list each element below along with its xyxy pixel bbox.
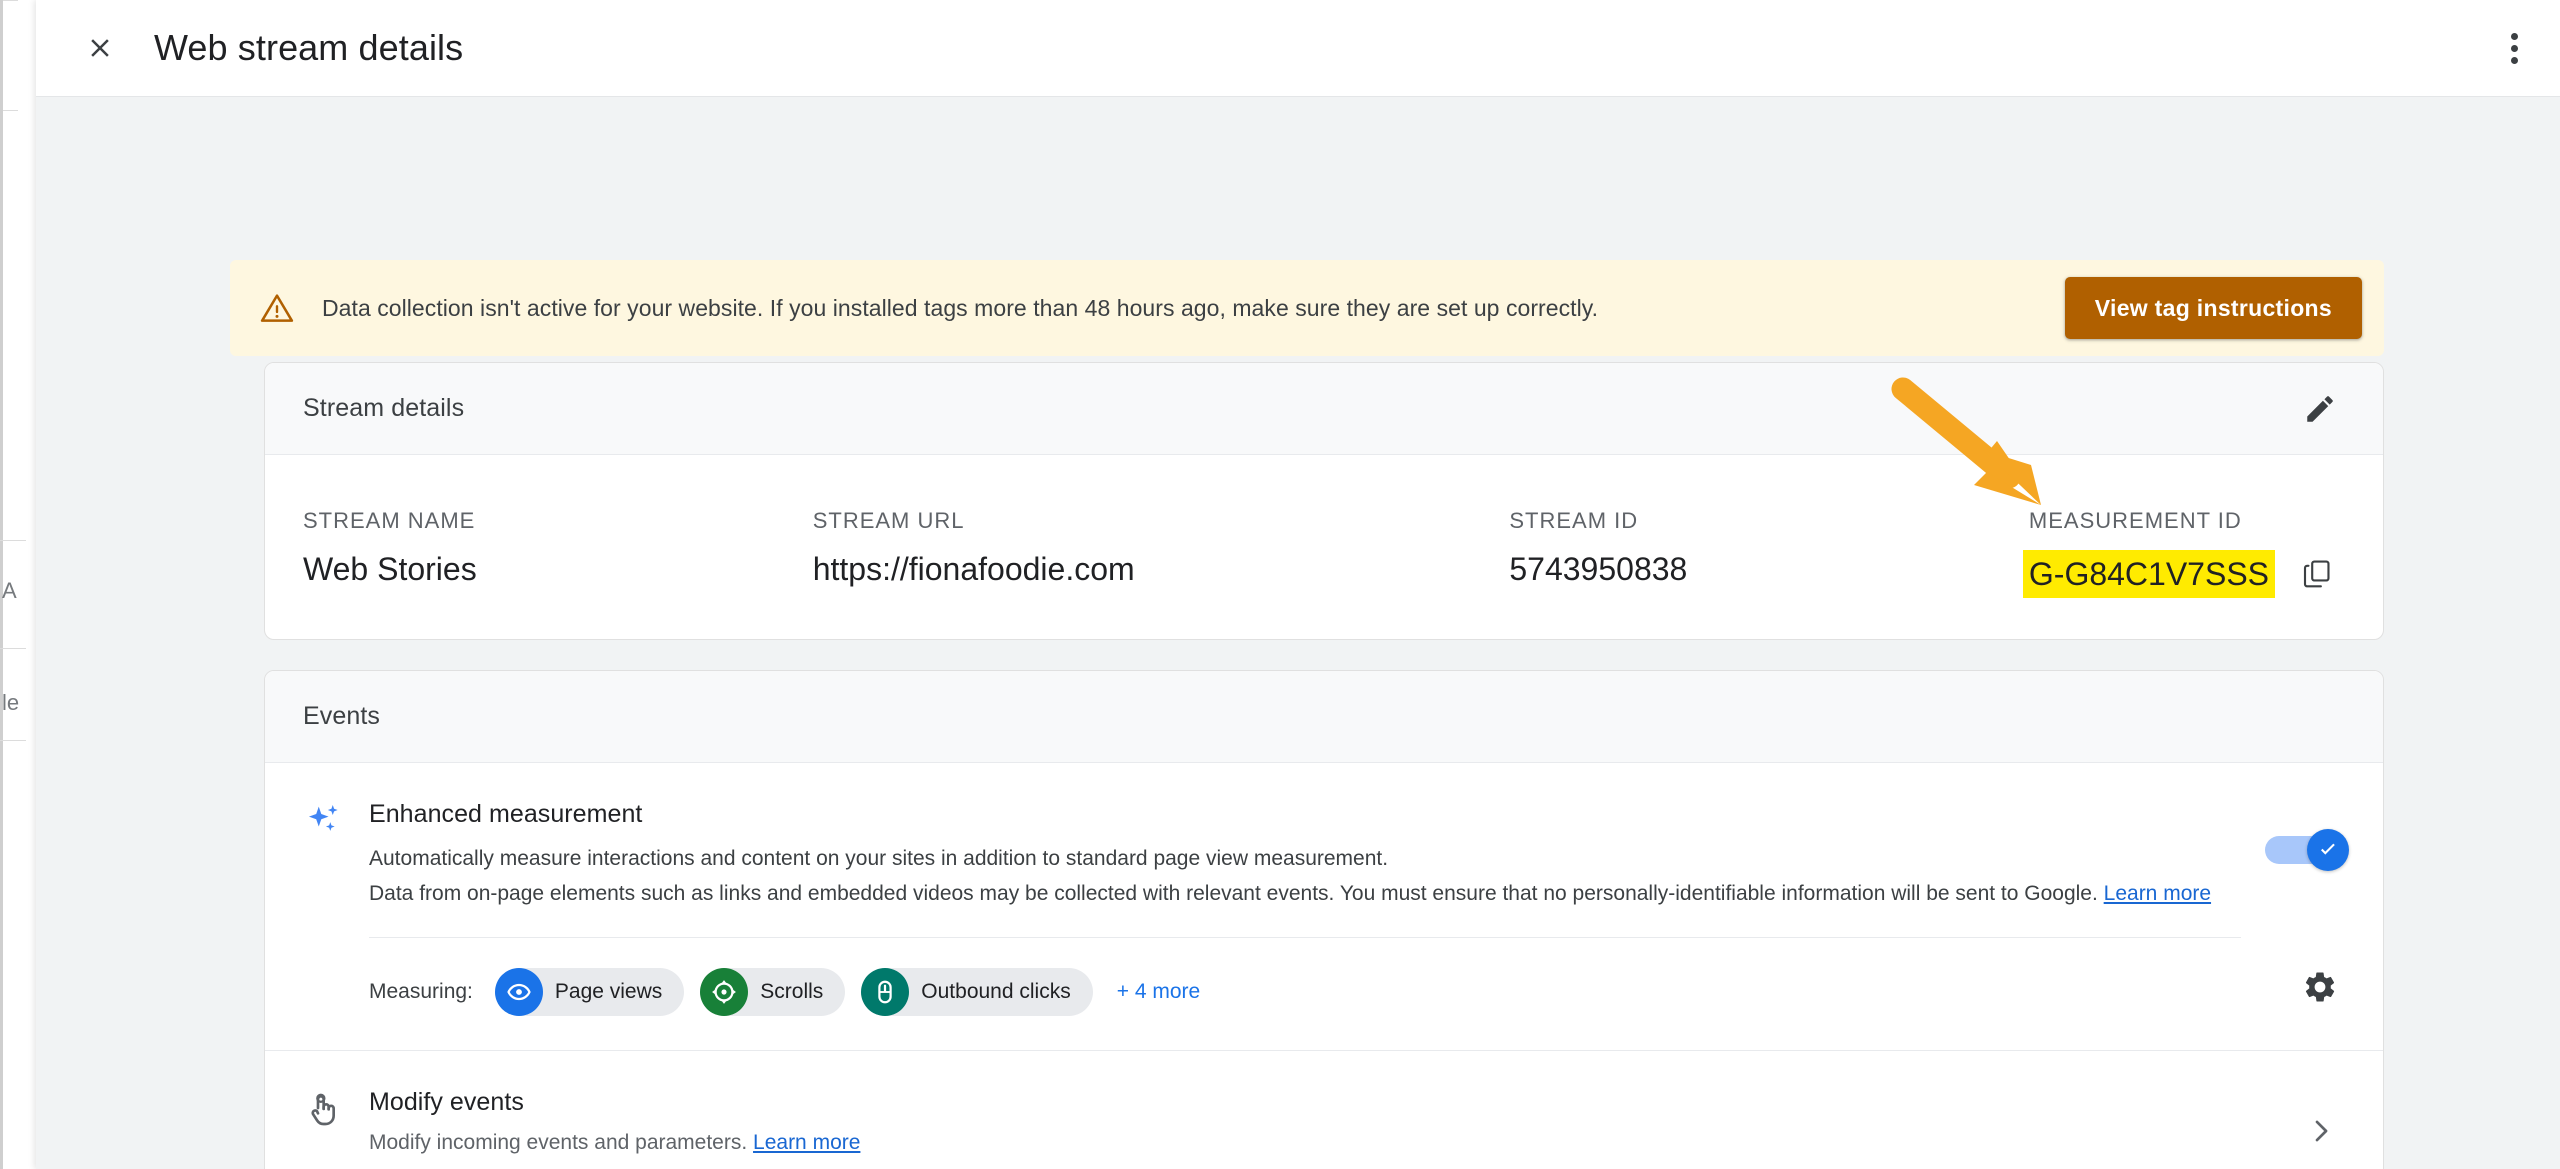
dialog-header: Web stream details [36, 0, 2560, 97]
events-list: Enhanced measurement Automatically measu… [265, 763, 2383, 1169]
enhanced-measurement-toggle[interactable] [2265, 829, 2349, 871]
stream-details-card-header: Stream details [265, 363, 2383, 455]
modify-events-title: Modify events [369, 1088, 524, 1116]
events-card: Events Enhanced measurement Automaticall… [264, 670, 2384, 1169]
enhanced-measurement-icon-wrap [303, 797, 369, 1016]
warning-triangle-icon [260, 294, 294, 322]
data-collection-warning-banner: Data collection isn't active for your we… [230, 260, 2384, 356]
eye-icon [494, 968, 543, 1016]
modify-events-chevron-button[interactable] [2293, 1103, 2349, 1159]
enhanced-measurement-settings-button[interactable] [2291, 958, 2349, 1016]
field-label: MEASUREMENT ID [2028, 508, 2242, 533]
field-value: 5743950838 [1509, 551, 1688, 587]
measurement-id-value: G-G84C1V7SSS [2022, 550, 2275, 598]
page-title: Web stream details [154, 27, 464, 68]
modify-events-icon-wrap [303, 1085, 369, 1159]
stream-details-title: Stream details [303, 394, 465, 422]
more-measuring-chips-link[interactable]: + 4 more [1117, 980, 1200, 1004]
desc-text: Modify incoming events and parameters. [369, 1131, 754, 1154]
modify-events-main: Modify events Modify incoming events and… [369, 1085, 2293, 1159]
view-tag-instructions-button[interactable]: View tag instructions [2064, 277, 2362, 339]
tap-hand-icon [311, 1093, 335, 1126]
field-label: STREAM NAME [303, 508, 476, 533]
chip-label: Outbound clicks [921, 980, 1071, 1003]
copy-measurement-id-button[interactable] [2289, 545, 2345, 601]
field-stream-name: STREAM NAME Web Stories [303, 507, 813, 601]
measuring-label: Measuring: [369, 980, 473, 1003]
field-value: https://fionafoodie.com [812, 551, 1135, 587]
background-fragment-2: le [2, 690, 20, 715]
close-icon [91, 39, 109, 57]
chip-scrolls[interactable]: Scrolls [700, 968, 846, 1016]
enhanced-measurement-desc-rest: Data from on-page elements such as links… [369, 880, 2224, 907]
desc-text: Data from on-page elements such as links… [369, 882, 2104, 905]
events-card-header: Events [265, 671, 2383, 763]
stream-details-card: Stream details STREAM NAME Web Stories S… [264, 362, 2384, 640]
chip-outbound-clicks[interactable]: Outbound clicks [861, 968, 1093, 1016]
chip-label: Page views [554, 980, 663, 1003]
copy-icon [2303, 560, 2330, 588]
enhanced-measurement-row: Enhanced measurement Automatically measu… [265, 763, 2383, 1051]
enhanced-measurement-title: Enhanced measurement [369, 800, 643, 828]
sparkle-stars-icon [308, 805, 338, 831]
dialog-content: Data collection isn't active for your we… [36, 97, 2560, 1169]
enhanced-measurement-main: Enhanced measurement Automatically measu… [369, 797, 2265, 1016]
web-stream-details-dialog: Web stream details Data collection isn't… [36, 0, 2560, 1169]
chip-page-views[interactable]: Page views [494, 968, 685, 1016]
overflow-menu-button[interactable] [2488, 22, 2540, 74]
modify-events-trailing [2293, 1085, 2349, 1159]
chevron-right-icon [2315, 1120, 2328, 1142]
background-fragment-1: A [2, 578, 17, 603]
more-vert-icon [2510, 32, 2518, 64]
check-icon [2321, 843, 2335, 855]
close-button[interactable] [76, 24, 124, 72]
background-page-sliver: A le [0, 0, 40, 1169]
field-value: Web Stories [303, 551, 477, 587]
enhanced-measurement-learn-more-link[interactable]: Learn more [2104, 882, 2211, 905]
chip-label: Scrolls [760, 980, 824, 1003]
enhanced-measurement-desc-bold: Automatically measure interactions and c… [369, 847, 1389, 870]
outbound-click-icon [861, 968, 910, 1016]
banner-message: Data collection isn't active for your we… [322, 295, 1599, 321]
field-label: STREAM ID [1509, 508, 1639, 533]
modify-events-learn-more-link[interactable]: Learn more [753, 1131, 860, 1154]
stream-details-fields: STREAM NAME Web Stories STREAM URL https… [265, 455, 2383, 601]
pencil-edit-icon [2307, 395, 2333, 422]
field-label: STREAM URL [812, 508, 965, 533]
field-stream-id: STREAM ID 5743950838 [1509, 507, 2029, 601]
measuring-chips-row: Measuring: Page views Scrolls Outbound c… [369, 937, 2241, 1016]
field-stream-url: STREAM URL https://fionafoodie.com [813, 507, 1510, 601]
toggle-thumb [2307, 829, 2349, 871]
field-measurement-id: MEASUREMENT ID G-G84C1V7SSS [2022, 507, 2345, 601]
modify-events-row[interactable]: Modify events Modify incoming events and… [265, 1051, 2383, 1169]
gear-icon [2305, 972, 2335, 1002]
scroll-target-icon [700, 968, 749, 1016]
measurement-id-row: G-G84C1V7SSS [2022, 535, 2345, 601]
events-title: Events [303, 702, 381, 730]
edit-stream-details-button[interactable] [2291, 380, 2349, 438]
modify-events-desc: Modify incoming events and parameters. L… [369, 1129, 2269, 1157]
